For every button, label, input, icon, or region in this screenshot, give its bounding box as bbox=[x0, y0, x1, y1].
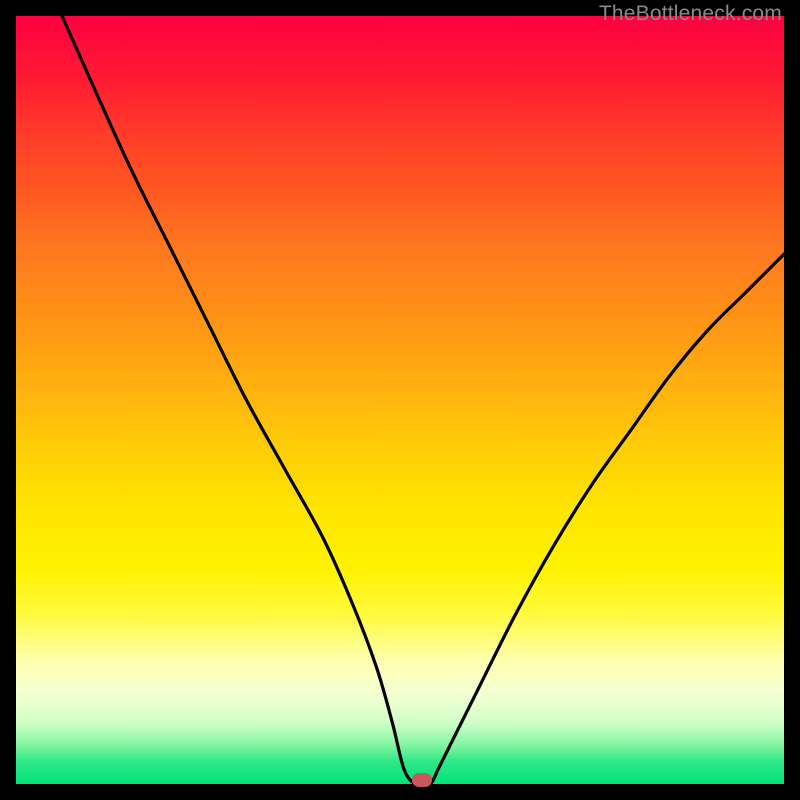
bottleneck-curve bbox=[16, 16, 784, 784]
optimal-marker bbox=[412, 773, 432, 787]
chart-container: TheBottleneck.com bbox=[0, 0, 800, 800]
plot-area bbox=[16, 16, 784, 784]
watermark-text: TheBottleneck.com bbox=[599, 2, 782, 26]
